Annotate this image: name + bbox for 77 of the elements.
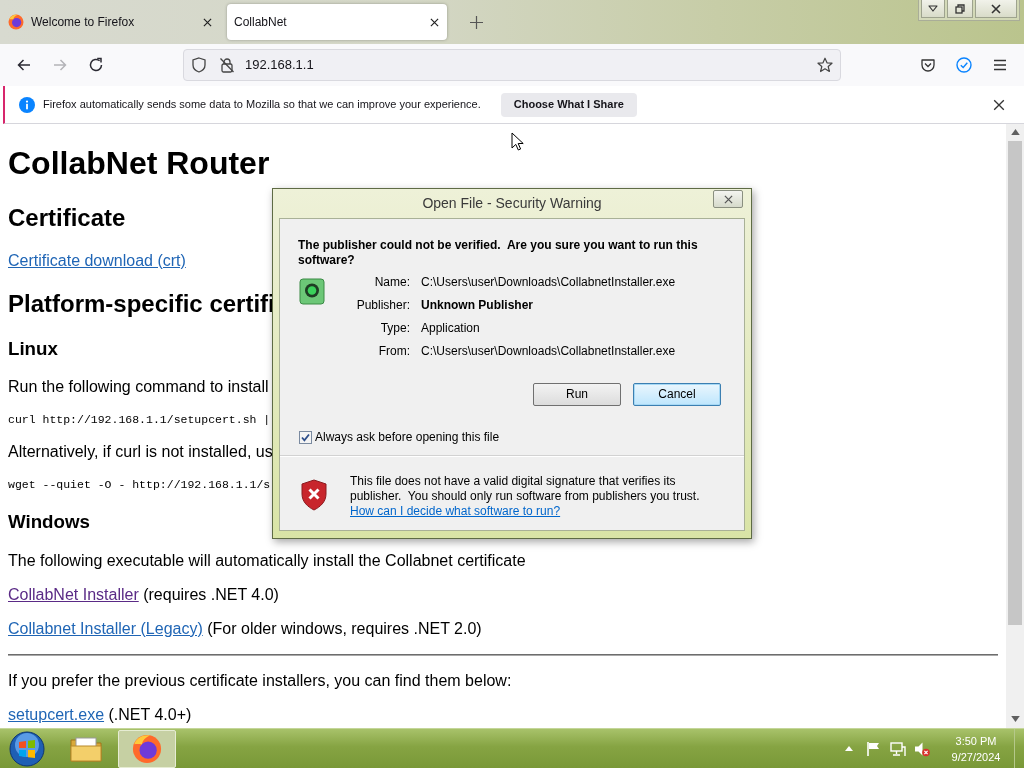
close-icon <box>429 17 439 27</box>
text-link[interactable]: setupcert.exe <box>8 705 105 723</box>
close-icon <box>993 98 1005 111</box>
share-settings-button[interactable]: Choose What I Share <box>500 92 637 117</box>
text-link[interactable]: Collabnet Installer (Legacy) <box>8 619 203 637</box>
forward-arrow-icon <box>52 57 68 73</box>
dialog-title: Open File - Security Warning <box>422 194 602 213</box>
flag-icon[interactable] <box>866 740 880 757</box>
scroll-down-arrow-icon[interactable] <box>1010 716 1020 722</box>
plus-icon <box>469 15 483 29</box>
field-value: C:\Users\user\Downloads\CollabnetInstaller.exe <box>421 274 676 291</box>
minimize-icon <box>928 3 938 14</box>
back-arrow-icon <box>16 57 32 73</box>
code-line: wget --quiet -O - http://192.168.1.1/s <box>8 477 271 493</box>
checkbox[interactable] <box>299 431 312 444</box>
speaker-muted-icon[interactable] <box>914 740 930 757</box>
page-heading: CollabNet Router <box>8 145 270 183</box>
field-label: Publisher: <box>355 297 410 314</box>
warning-text: This file does not have a valid digital signature that verifies its publisher. You should only run software from publishers you trust. <box>350 474 701 504</box>
code-line: curl http://192.168.1.1/setupcert.sh | <box>8 412 271 428</box>
shield-icon[interactable] <box>191 57 207 73</box>
text-link[interactable]: CollabNet Installer <box>8 585 139 603</box>
notification-message: Firefox automatically sends some data to Mozilla so that we can improve your experience. <box>43 97 481 113</box>
field-value: Unknown Publisher <box>421 297 534 314</box>
scrollbar[interactable] <box>1006 124 1024 728</box>
bookmark-star-icon[interactable] <box>817 57 833 73</box>
close-icon <box>202 17 212 27</box>
field-label: Name: <box>373 274 410 291</box>
close-icon <box>723 194 733 204</box>
restore-button[interactable] <box>947 0 973 18</box>
minimize-button[interactable] <box>921 0 945 18</box>
field-value: C:\Users\user\Downloads\CollabnetInstaller.exe <box>421 343 676 360</box>
field-value: Application <box>421 320 481 337</box>
text-link[interactable]: Certificate download (crt) <box>8 251 186 269</box>
browser-logo-icon <box>132 733 162 764</box>
browser-tab[interactable]: Welcome to Firefox <box>0 4 220 40</box>
info-icon <box>19 96 35 113</box>
field-label: From: <box>377 343 410 360</box>
account-check-icon <box>956 57 972 73</box>
up-caret-icon[interactable] <box>844 745 854 752</box>
mouse-pointer-icon <box>511 132 524 152</box>
body-text: The following executable will automatically install the Collabnet certificate <box>8 551 526 569</box>
body-text: If you prefer the previous certificate installers, you can find them below: <box>8 671 512 689</box>
address-bar[interactable]: 192.168.1.1 <box>183 49 841 81</box>
reload-icon <box>88 57 104 73</box>
network-icon[interactable] <box>890 740 906 757</box>
warning-question: The publisher could not be verified. Are you sure you want to run this software? <box>298 238 699 268</box>
menu-icon <box>992 57 1008 73</box>
close-window-button[interactable] <box>975 0 1017 18</box>
body-text: (.NET 4.0+) <box>108 705 192 723</box>
checkbox-label: Always ask before opening this file <box>315 430 500 445</box>
restore-icon <box>955 3 965 14</box>
field-label: Type: <box>379 320 410 337</box>
close-icon <box>991 3 1001 14</box>
dialog-button[interactable]: Run <box>533 383 621 406</box>
body-text: (For older windows, requires .NET 2.0) <box>207 619 482 637</box>
dialog-button[interactable]: Cancel <box>633 383 721 406</box>
crossed-lock-icon[interactable] <box>219 57 235 73</box>
browser-logo-icon <box>8 14 24 30</box>
taskbar-app-button[interactable] <box>118 729 176 768</box>
dialog-close-button[interactable] <box>713 190 743 208</box>
body-text: (requires .NET 4.0) <box>143 585 279 603</box>
url-text: 192.168.1.1 <box>245 56 314 75</box>
body-text: Run the following command to install <box>8 378 269 396</box>
application-icon <box>299 278 325 305</box>
body-text: Alternatively, if curl is not installed, us <box>8 443 273 461</box>
windows-logo-icon <box>9 730 45 767</box>
chevron-shield-icon <box>920 57 936 73</box>
subsection-heading: Windows <box>8 511 90 534</box>
scroll-up-arrow-icon[interactable] <box>1010 129 1020 135</box>
scrollbar-thumb[interactable] <box>1008 141 1022 625</box>
help-link[interactable]: How can I decide what software to run? <box>350 504 561 518</box>
browser-tab[interactable]: CollabNet <box>227 4 447 40</box>
section-heading: Certificate <box>8 203 126 232</box>
subsection-heading: Linux <box>8 337 58 360</box>
shield-error-icon <box>300 479 328 511</box>
section-heading: Platform-specific certifi <box>8 289 275 318</box>
